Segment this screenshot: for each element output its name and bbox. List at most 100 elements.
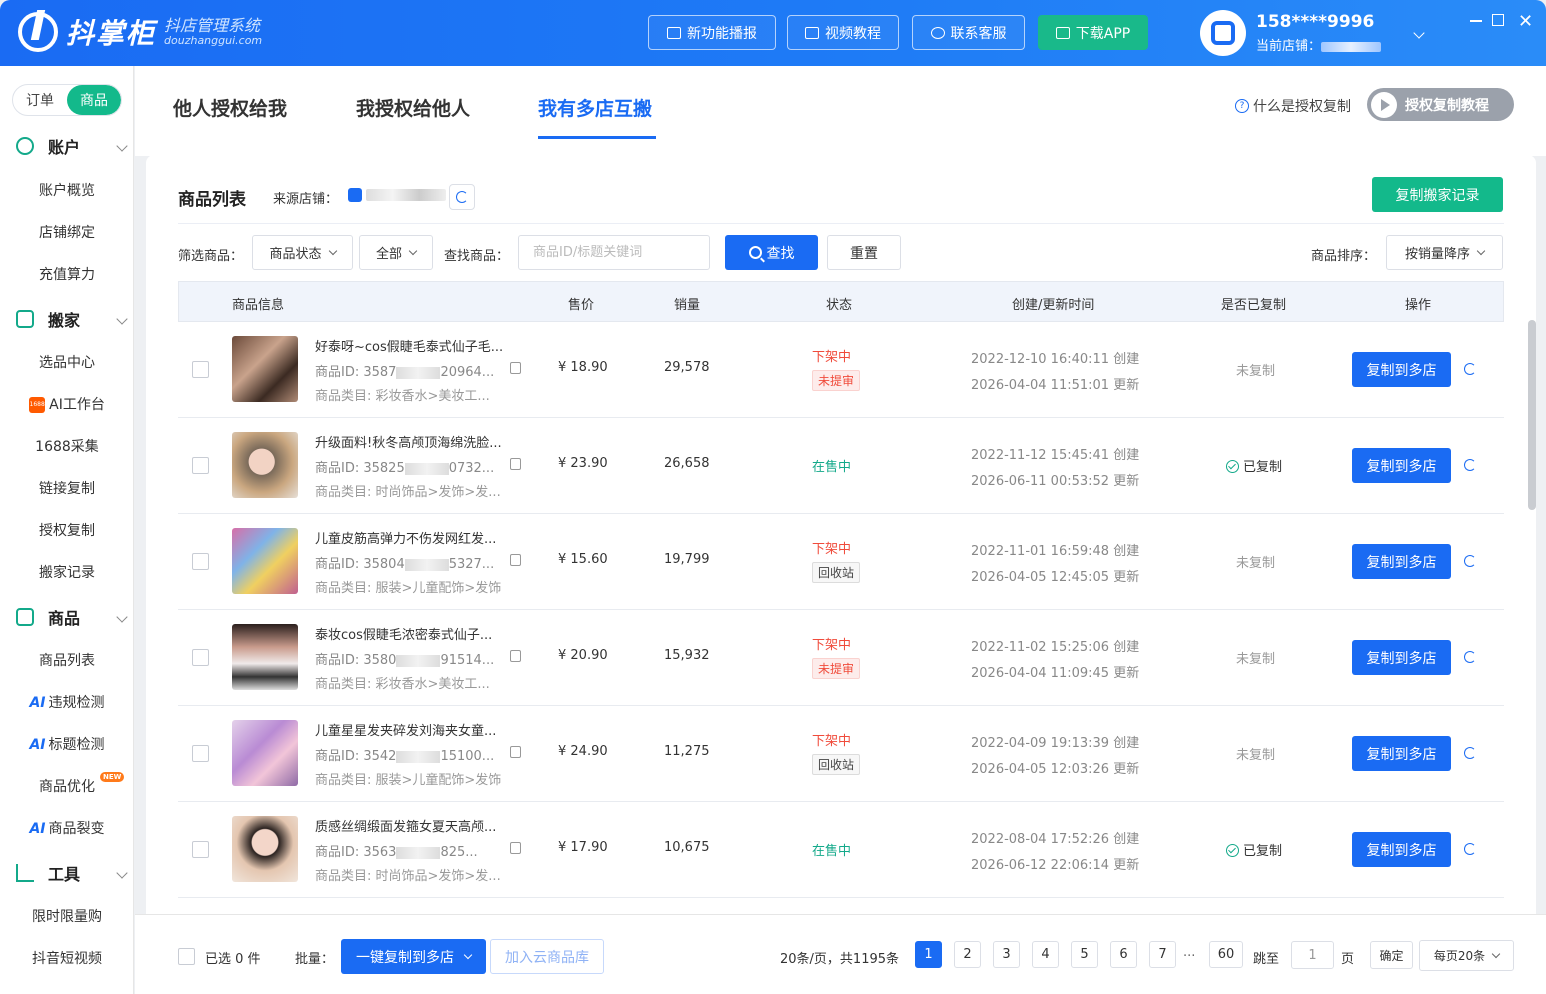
sidebar-item-move-records[interactable]: 搬家记录 (0, 562, 134, 582)
row-checkbox[interactable] (192, 649, 209, 666)
sidebar-item-store-binding[interactable]: 店铺绑定 (0, 222, 134, 242)
tutorial-button[interactable]: 授权复制教程 (1367, 88, 1514, 121)
product-title[interactable]: 质感丝绸缎面发箍女夏天高颅... (315, 816, 525, 835)
refresh-icon[interactable] (1464, 459, 1476, 471)
product-thumbnail[interactable] (232, 720, 298, 786)
copy-icon[interactable] (510, 650, 521, 662)
sidebar-item-1688-collect[interactable]: 1688采集 (0, 436, 134, 456)
page-4[interactable]: 4 (1032, 941, 1059, 968)
group-account[interactable]: 账户 (16, 134, 128, 158)
search-input[interactable] (518, 235, 710, 270)
sidebar-item-recharge[interactable]: 充值算力 (0, 264, 134, 284)
copy-icon[interactable] (510, 746, 521, 758)
copy-to-stores-button[interactable]: 复制到多店 (1352, 448, 1451, 483)
refresh-icon[interactable] (1464, 747, 1476, 759)
refresh-store-button[interactable] (449, 184, 475, 210)
product-title[interactable]: 升级面料!秋冬高颅顶海绵洗脸... (315, 432, 525, 451)
tab-authorized-to-me[interactable]: 他人授权给我 (173, 94, 287, 121)
status-select[interactable]: 商品状态 (252, 235, 353, 270)
help-link[interactable]: ? 什么是授权复制 (1235, 96, 1351, 116)
sidebar-item-goods-fission[interactable]: AI 商品裂变 (0, 818, 134, 838)
row-checkbox[interactable] (192, 841, 209, 858)
row-checkbox[interactable] (192, 745, 209, 762)
row-checkbox[interactable] (192, 457, 209, 474)
jump-input[interactable]: 1 (1291, 941, 1334, 969)
refresh-icon[interactable] (1464, 363, 1476, 375)
add-cloud-button[interactable]: 加入云商品库 (490, 939, 604, 974)
contact-support-button[interactable]: 联系客服 (912, 15, 1025, 50)
sidebar-item-ai-workbench[interactable]: 1688 AI工作台 (0, 394, 134, 414)
page-3[interactable]: 3 (993, 941, 1020, 968)
page-7[interactable]: 7 (1149, 941, 1176, 968)
copy-icon[interactable] (510, 458, 521, 470)
sidebar-item-violation-check[interactable]: AI 违规检测 (0, 692, 134, 712)
copy-to-stores-button[interactable]: 复制到多店 (1352, 352, 1451, 387)
refresh-icon[interactable] (1464, 843, 1476, 855)
sidebar-item-title-check[interactable]: AI 标题检测 (0, 734, 134, 754)
group-move[interactable]: 搬家 (16, 307, 128, 331)
sidebar-item-goods-list[interactable]: 商品列表 (0, 650, 134, 670)
product-title[interactable]: 泰妆cos假睫毛浓密泰式仙子... (315, 624, 525, 643)
product-thumbnail[interactable] (232, 624, 298, 690)
sidebar-item-goods-optimize[interactable]: 商品优化 NEW (0, 772, 134, 796)
sidebar-item-selection-center[interactable]: 选品中心 (0, 352, 134, 372)
maximize-icon[interactable] (1492, 14, 1504, 26)
copy-to-stores-button[interactable]: 复制到多店 (1352, 640, 1451, 675)
page-1[interactable]: 1 (915, 941, 942, 968)
order-goods-toggle[interactable]: 订单 商品 (12, 84, 122, 116)
close-icon[interactable]: ✕ (1518, 11, 1533, 32)
product-title[interactable]: 儿童星星发夹碎发刘海夹女童... (315, 720, 525, 739)
tab-authorized-to-others[interactable]: 我授权给他人 (356, 94, 470, 121)
copy-records-button[interactable]: 复制搬家记录 (1372, 177, 1503, 212)
reset-button[interactable]: 重置 (827, 235, 901, 270)
jump-confirm-button[interactable]: 确定 (1370, 941, 1413, 969)
per-page-select[interactable]: 每页20条 (1419, 940, 1514, 971)
group-goods[interactable]: 商品 (16, 605, 128, 629)
tab-multi-store[interactable]: 我有多店互搬 (538, 94, 652, 121)
download-app-button[interactable]: 下载APP (1038, 15, 1148, 50)
new-feature-button[interactable]: 新功能播报 (648, 15, 776, 50)
batch-copy-button[interactable]: 一键复制到多店 (341, 939, 486, 974)
product-thumbnail[interactable] (232, 816, 298, 882)
user-menu[interactable]: 158****9996 当前店铺： (1200, 10, 1425, 56)
sidebar-item-account-overview[interactable]: 账户概览 (0, 180, 134, 200)
row-checkbox[interactable] (192, 361, 209, 378)
sidebar-item-link-copy[interactable]: 链接复制 (0, 478, 134, 498)
store-name-mask (1321, 41, 1382, 52)
page-6[interactable]: 6 (1110, 941, 1137, 968)
product-thumbnail[interactable] (232, 336, 298, 402)
page-last[interactable]: 60 (1209, 941, 1243, 968)
all-select[interactable]: 全部 (359, 235, 433, 270)
scrollbar[interactable] (1528, 320, 1536, 510)
search-button[interactable]: 查找 (725, 235, 818, 270)
table-row: 儿童星星发夹碎发刘海夹女童... 商品ID: 3542 15100... 商品类目… (178, 706, 1504, 802)
refresh-icon[interactable] (1464, 651, 1476, 663)
select-all-checkbox[interactable] (178, 948, 195, 965)
col-price: 售价 (568, 298, 595, 313)
group-tools[interactable]: 工具 (16, 861, 128, 885)
copy-to-stores-button[interactable]: 复制到多店 (1352, 544, 1451, 579)
product-id: 商品ID: 3542 15100... (315, 749, 495, 764)
product-thumbnail[interactable] (232, 528, 298, 594)
copy-icon[interactable] (510, 362, 521, 374)
copy-icon[interactable] (510, 554, 521, 566)
sidebar-item-auth-copy[interactable]: 授权复制 (0, 520, 134, 540)
copy-to-stores-button[interactable]: 复制到多店 (1352, 832, 1451, 867)
refresh-icon[interactable] (1464, 555, 1476, 567)
sidebar-item-douyin-video[interactable]: 抖音短视频 (0, 948, 134, 968)
product-title[interactable]: 儿童皮筋高弹力不伤发网红发... (315, 528, 525, 547)
page-2[interactable]: 2 (954, 941, 981, 968)
row-checkbox[interactable] (192, 553, 209, 570)
video-tutorial-button[interactable]: 视频教程 (787, 15, 899, 50)
page-5[interactable]: 5 (1071, 941, 1098, 968)
copy-icon[interactable] (510, 842, 521, 854)
minimize-icon[interactable] (1470, 20, 1482, 22)
copy-to-stores-button[interactable]: 复制到多店 (1352, 736, 1451, 771)
product-thumbnail[interactable] (232, 432, 298, 498)
chevron-down-icon[interactable] (1413, 27, 1425, 39)
product-title[interactable]: 好泰呀~cos假睫毛泰式仙子毛... (315, 336, 525, 355)
sidebar-item-flash-sale[interactable]: 限时限量购 (0, 906, 134, 926)
toggle-orders[interactable]: 订单 (13, 85, 67, 115)
sort-select[interactable]: 按销量降序 (1386, 235, 1503, 270)
toggle-goods[interactable]: 商品 (67, 85, 121, 115)
